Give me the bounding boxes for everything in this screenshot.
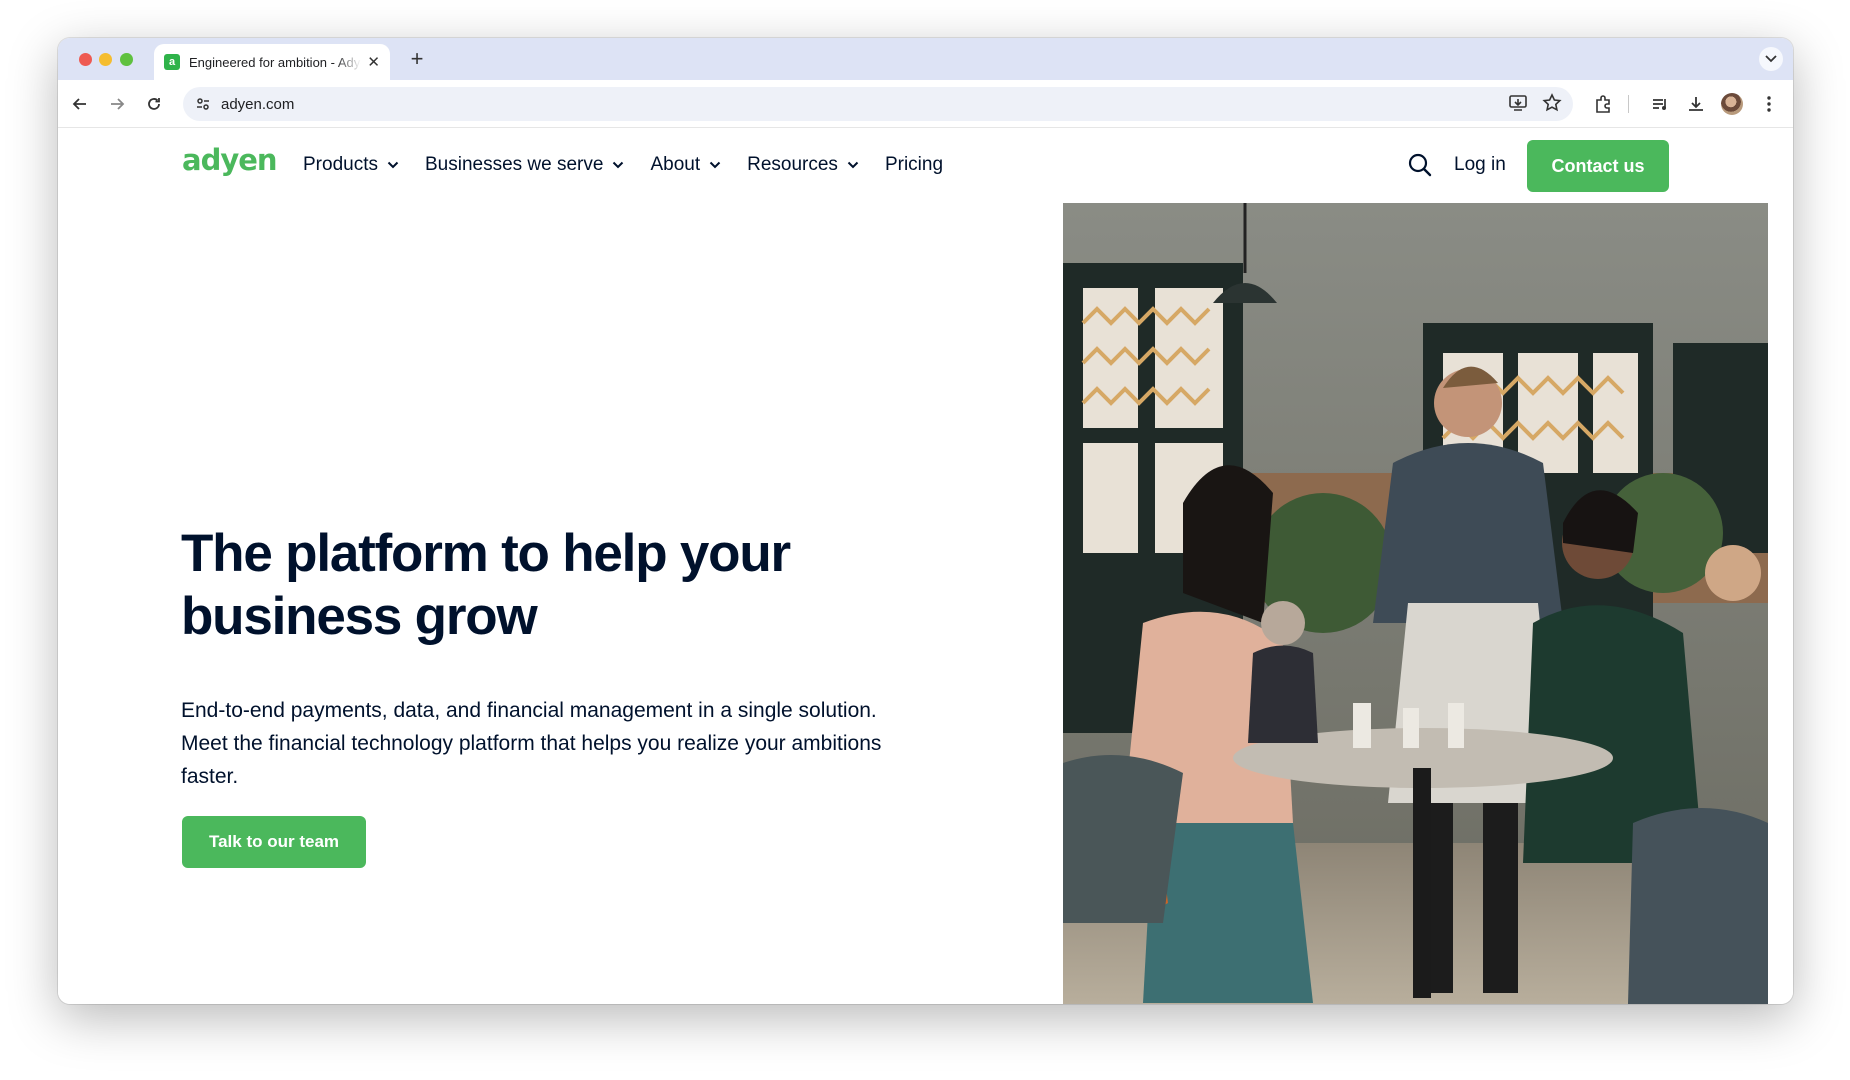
nav-resources[interactable]: Resources — [747, 150, 859, 180]
hero-video[interactable] — [1063, 203, 1768, 1004]
browser-window: a Engineered for ambition - Adyen ✕ + ad… — [58, 38, 1793, 1004]
url-text: adyen.com — [221, 95, 295, 113]
back-button[interactable] — [68, 92, 92, 116]
forward-button[interactable] — [105, 92, 129, 116]
tab-active[interactable]: a Engineered for ambition - Adyen ✕ — [154, 44, 390, 80]
queue-music-icon — [1653, 99, 1666, 110]
hero-restaurant-image — [1063, 203, 1768, 1004]
media-controls-button[interactable] — [1648, 92, 1672, 116]
downloads-button[interactable] — [1684, 92, 1708, 116]
hero-title: The platform to help your business grow — [181, 524, 791, 646]
new-tab-button[interactable]: + — [404, 47, 430, 73]
nav-products-label: Products — [303, 154, 378, 175]
nav-businesses-label: Businesses we serve — [424, 154, 604, 175]
tab-strip: a Engineered for ambition - Adyen ✕ + — [58, 38, 1793, 80]
reload-button[interactable] — [142, 92, 166, 116]
nav-products[interactable]: Products — [303, 150, 399, 180]
main-nav: Products Businesses we serve About Resou… — [303, 150, 969, 180]
close-window-button[interactable] — [79, 53, 92, 66]
browser-menu-button[interactable] — [1757, 92, 1781, 116]
chevron-down-icon — [847, 161, 859, 169]
logo-text: adyen — [182, 146, 277, 177]
extensions-button[interactable] — [1591, 92, 1615, 116]
puzzle-icon — [1596, 95, 1610, 113]
contact-us-button[interactable]: Contact us — [1527, 140, 1669, 192]
web-page: adyen Products Businesses we serve About… — [58, 128, 1793, 1004]
download-icon — [1689, 97, 1703, 111]
install-app-icon[interactable] — [1507, 92, 1529, 119]
profile-avatar[interactable] — [1721, 93, 1743, 115]
login-link[interactable]: Log in — [1454, 154, 1506, 176]
arrow-left-icon — [72, 98, 86, 110]
bookmark-star-icon[interactable] — [1541, 92, 1563, 119]
address-bar[interactable]: adyen.com — [183, 87, 1573, 121]
nav-pricing[interactable]: Pricing — [885, 150, 943, 180]
close-tab-icon[interactable]: ✕ — [367, 53, 380, 71]
site-header: adyen Products Businesses we serve About… — [58, 128, 1793, 202]
adyen-logo[interactable]: adyen — [182, 146, 278, 180]
talk-to-team-button[interactable]: Talk to our team — [182, 816, 366, 868]
chevron-down-icon — [1765, 55, 1777, 63]
nav-resources-label: Resources — [747, 154, 838, 175]
tab-title: Engineered for ambition - Adyen — [189, 54, 361, 70]
chevron-down-icon — [387, 161, 399, 169]
nav-about[interactable]: About — [650, 150, 721, 180]
arrow-right-icon — [111, 98, 125, 110]
browser-toolbar: adyen.com — [58, 80, 1793, 128]
chevron-down-icon — [613, 161, 624, 169]
adyen-favicon-icon: a — [164, 54, 180, 70]
minimize-window-button[interactable] — [99, 53, 112, 66]
tab-search-button[interactable] — [1759, 47, 1783, 71]
reload-icon — [148, 98, 160, 110]
hero-subtitle: End-to-end payments, data, and financial… — [181, 699, 882, 788]
more-vertical-icon — [1767, 96, 1771, 112]
address-bar-actions — [1507, 92, 1563, 119]
maximize-window-button[interactable] — [120, 53, 133, 66]
search-icon[interactable] — [1407, 152, 1433, 178]
nav-about-label: About — [650, 154, 701, 175]
nav-pricing-label: Pricing — [884, 154, 944, 175]
chevron-down-icon — [709, 161, 721, 169]
toolbar-divider — [1628, 95, 1629, 113]
nav-businesses[interactable]: Businesses we serve — [425, 150, 624, 180]
site-settings-icon[interactable] — [193, 94, 213, 114]
